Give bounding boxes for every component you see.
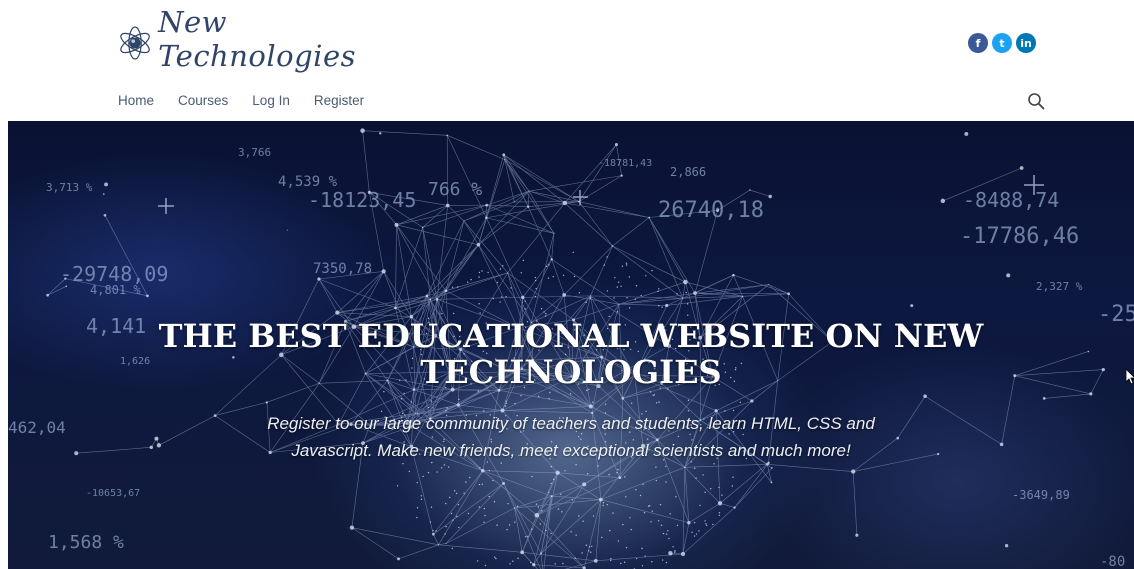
hero-subtitle: Register to our large community of teach… <box>8 410 1134 464</box>
nav-login[interactable]: Log In <box>252 93 290 108</box>
bg-number: -3649,89 <box>1012 488 1070 502</box>
logo-text: New Technologies <box>158 5 356 73</box>
linkedin-icon[interactable]: in <box>1016 33 1036 53</box>
bg-number: -8488,74 <box>963 188 1059 212</box>
social-links: f t in <box>968 33 1036 53</box>
facebook-icon[interactable]: f <box>968 33 988 53</box>
bg-number: -80 <box>1100 554 1125 569</box>
bg-number: 26740,18 <box>658 198 764 223</box>
site-logo[interactable]: New Technologies <box>116 5 356 78</box>
mouse-cursor-icon <box>1126 369 1134 385</box>
nav-home[interactable]: Home <box>118 93 154 108</box>
bg-number: 1,568 % <box>48 532 124 553</box>
bg-number: 7350,78 <box>313 261 372 277</box>
hero-title-line1: THE BEST EDUCATIONAL WEBSITE ON NEW <box>158 317 984 355</box>
hero-title-line2: TECHNOLOGIES <box>420 353 722 391</box>
bg-number: -17786,46 <box>960 224 1079 249</box>
main-nav: Home Courses Log In Register <box>118 93 364 108</box>
hero-banner: 3,713 % -29748,09 4,801 % 4,141 1,626 46… <box>8 121 1134 569</box>
hero-title: THE BEST EDUCATIONAL WEBSITE ON NEW TECH… <box>8 318 1134 390</box>
nav-courses[interactable]: Courses <box>178 93 228 108</box>
bg-number: -18781,43 <box>598 158 652 169</box>
bg-number: 2,866 <box>670 165 706 179</box>
bg-number: 4,801 % <box>90 283 141 297</box>
search-icon[interactable] <box>1027 92 1045 110</box>
hero-subtitle-line1: Register to our large community of teach… <box>267 414 875 433</box>
hero-subtitle-line2: Javascript. Make new friends, meet excep… <box>291 441 851 460</box>
bg-number: -18123,45 <box>308 188 416 212</box>
bg-number: 2,327 % <box>1036 280 1083 293</box>
bg-number: -10653,67 <box>86 488 140 499</box>
atom-logo-icon <box>120 26 150 60</box>
bg-number: 3,766 <box>238 146 271 159</box>
nav-register[interactable]: Register <box>314 93 364 108</box>
twitter-icon[interactable]: t <box>992 33 1012 53</box>
bg-number: 3,713 % <box>46 181 93 194</box>
bg-number: 766 % <box>428 179 482 200</box>
site-header: New Technologies f t in Home Courses Log… <box>0 0 1134 121</box>
